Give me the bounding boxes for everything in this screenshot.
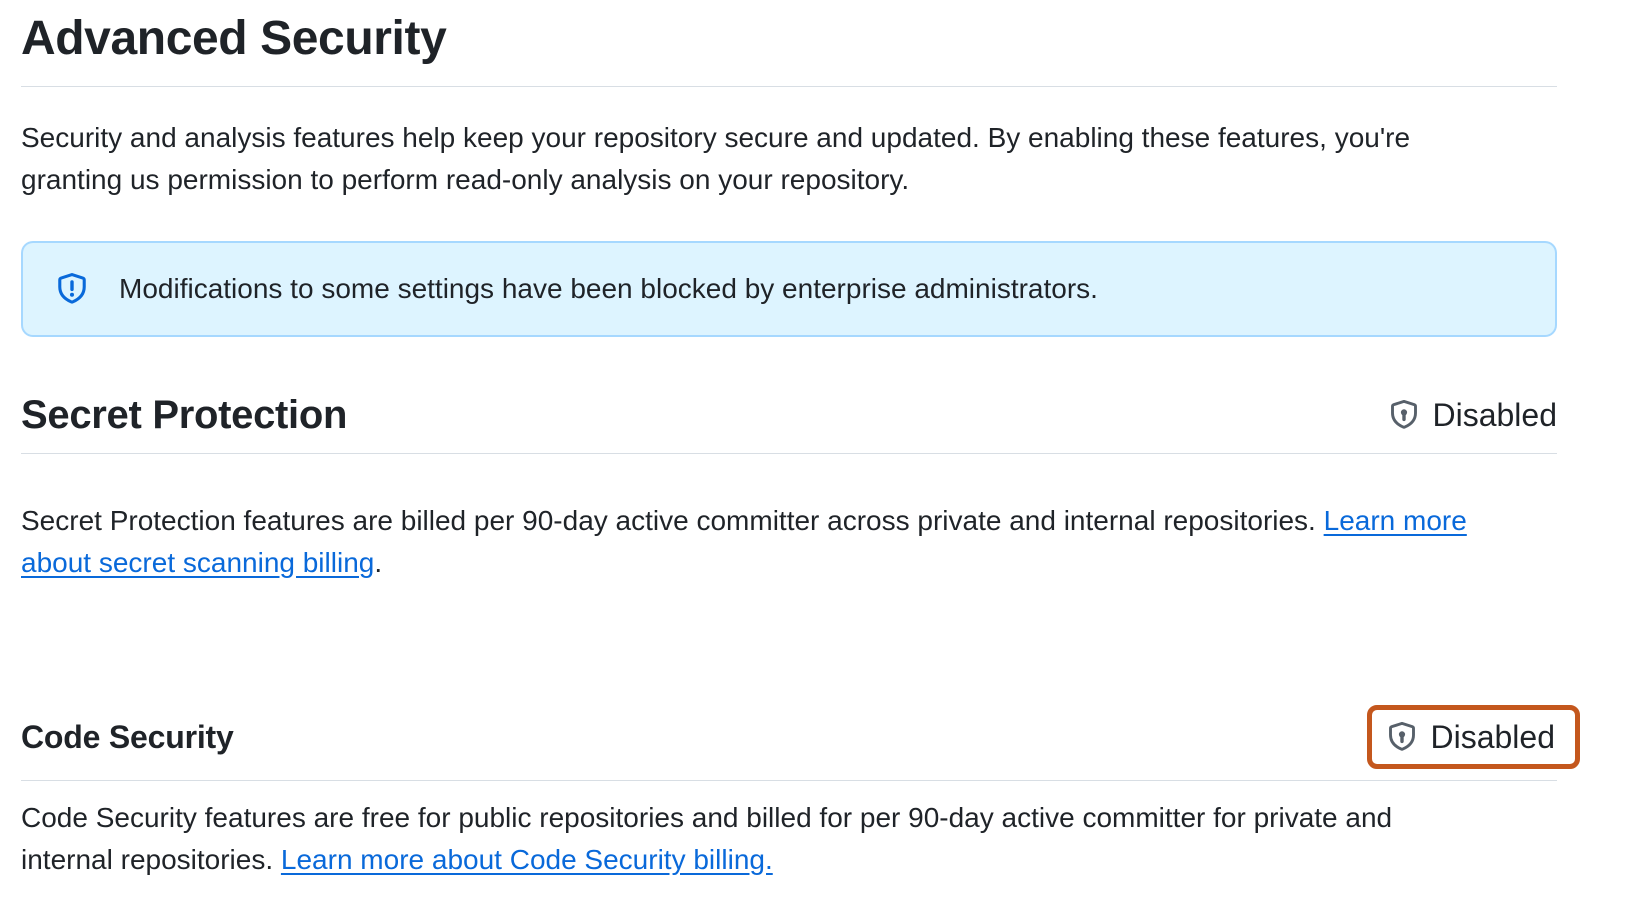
shield-lock-icon: [1386, 721, 1418, 753]
secret-protection-description: Secret Protection features are billed pe…: [21, 500, 1557, 584]
section-title-code-security: Code Security: [21, 713, 234, 761]
shield-alert-icon: [55, 272, 89, 306]
code-security-description: Code Security features are free for publ…: [21, 797, 1557, 881]
enterprise-policy-banner: Modifications to some settings have been…: [21, 241, 1557, 337]
secret-protection-header: Secret Protection Disabled: [21, 389, 1557, 454]
code-security-billing-link[interactable]: Learn more about Code Security billing.: [281, 844, 773, 875]
secret-protection-description-text: Secret Protection features are billed pe…: [21, 505, 1324, 536]
code-security-status-badge: Disabled: [1386, 718, 1555, 756]
advanced-security-page: Advanced Security Security and analysis …: [0, 0, 1557, 881]
annotation-highlight: Disabled: [1367, 705, 1580, 769]
page-description-line1: Security and analysis features help keep…: [21, 122, 1410, 153]
page-description-line2: granting us permission to perform read-o…: [21, 164, 909, 195]
secret-scanning-billing-link-line1[interactable]: Learn more: [1324, 505, 1467, 536]
secret-protection-status-label: Disabled: [1432, 396, 1557, 434]
banner-message: Modifications to some settings have been…: [119, 268, 1098, 310]
code-security-header: Code Security Disabled: [21, 705, 1557, 781]
shield-lock-icon: [1388, 399, 1420, 431]
code-security-description-line2: internal repositories.: [21, 844, 281, 875]
secret-protection-description-period: .: [374, 547, 382, 578]
page-description: Security and analysis features help keep…: [21, 117, 1557, 201]
secret-scanning-billing-link-line2[interactable]: about secret scanning billing: [21, 547, 374, 578]
code-security-status-label: Disabled: [1430, 718, 1555, 756]
page-title: Advanced Security: [21, 10, 1557, 87]
secret-protection-status-badge: Disabled: [1388, 396, 1557, 434]
section-title-secret-protection: Secret Protection: [21, 389, 347, 441]
code-security-description-line1: Code Security features are free for publ…: [21, 802, 1392, 833]
